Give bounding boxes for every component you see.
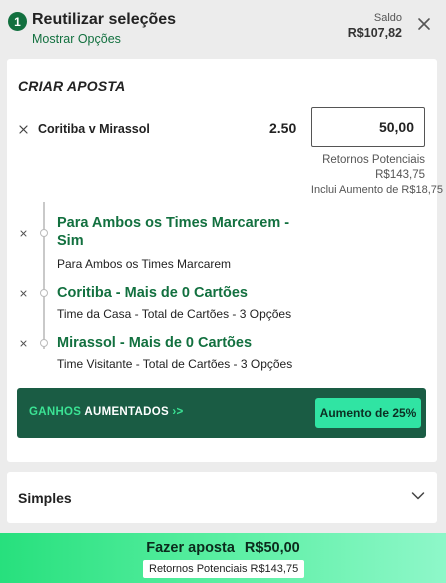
bet-builder-title: CRIAR APOSTA [18, 78, 126, 94]
boost-percentage-pill: Aumento de 25% [315, 398, 421, 428]
reuse-selections-title: Reutilizar seleções [32, 11, 177, 28]
place-bet-amount: R$50,00 [244, 540, 300, 556]
balance-value: R$107,82 [347, 26, 402, 40]
leg-dot [40, 339, 48, 347]
place-bet-returns: Retornos Potenciais R$143,75 [143, 560, 305, 578]
match-name: Coritiba v Mirassol [38, 122, 150, 136]
place-bet-text: Fazer aposta [146, 540, 235, 556]
leg-subtitle: Para Ambos os Times Marcarem [57, 257, 232, 271]
remove-leg-icon[interactable] [20, 230, 27, 237]
potential-returns-label: Retornos Potenciais [322, 154, 425, 166]
show-options-link[interactable]: Mostrar Opções [32, 32, 121, 46]
boost-label-white: AUMENTADOS [84, 406, 169, 418]
leg-subtitle: Time Visitante - Total de Cartões - 3 Op… [57, 357, 293, 371]
leg-subtitle: Time da Casa - Total de Cartões - 3 Opçõ… [57, 307, 292, 321]
boosted-winnings-label: GANHOS AUMENTADOS ›> [29, 406, 184, 418]
remove-leg-icon[interactable] [20, 340, 27, 347]
close-icon[interactable] [416, 16, 432, 32]
selection-count-badge: 1 [8, 12, 27, 31]
boost-label-green: GANHOS [29, 406, 82, 418]
bet-builder-card: CRIAR APOSTA Coritiba v Mirassol 2.50 50… [7, 59, 443, 462]
place-bet-label: Fazer aposta R$50,00 [0, 540, 446, 556]
leg-dot [40, 229, 48, 237]
leg-dot [40, 289, 48, 297]
potential-returns-value: R$143,75 [375, 169, 425, 181]
remove-leg-icon[interactable] [20, 290, 27, 297]
leg-title: Para Ambos os Times Marcarem - Sim [57, 215, 290, 249]
boost-included-note: Inclui Aumento de R$18,75 [310, 184, 443, 196]
remove-bet-icon[interactable] [19, 125, 28, 134]
boost-arrow-icon: ›> [172, 406, 184, 418]
balance-label: Saldo [373, 12, 402, 24]
place-bet-button[interactable]: Fazer aposta R$50,00 Retornos Potenciais … [0, 533, 446, 583]
leg-title: Coritiba - Mais de 0 Cartões [57, 285, 248, 301]
stake-input[interactable]: 50,00 [311, 107, 425, 147]
boosted-winnings-banner: GANHOS AUMENTADOS ›> Aumento de 25% [17, 388, 426, 438]
leg-title: Mirassol - Mais de 0 Cartões [57, 335, 253, 351]
bet-type-label: Simples [18, 490, 72, 506]
betslip-header: 1 Reutilizar seleções Mostrar Opções Sal… [0, 0, 446, 58]
chevron-down-icon[interactable] [411, 491, 425, 501]
legs-timeline [43, 202, 45, 349]
odds-value: 2.50 [269, 120, 297, 136]
bet-type-selector[interactable]: Simples [7, 472, 437, 523]
